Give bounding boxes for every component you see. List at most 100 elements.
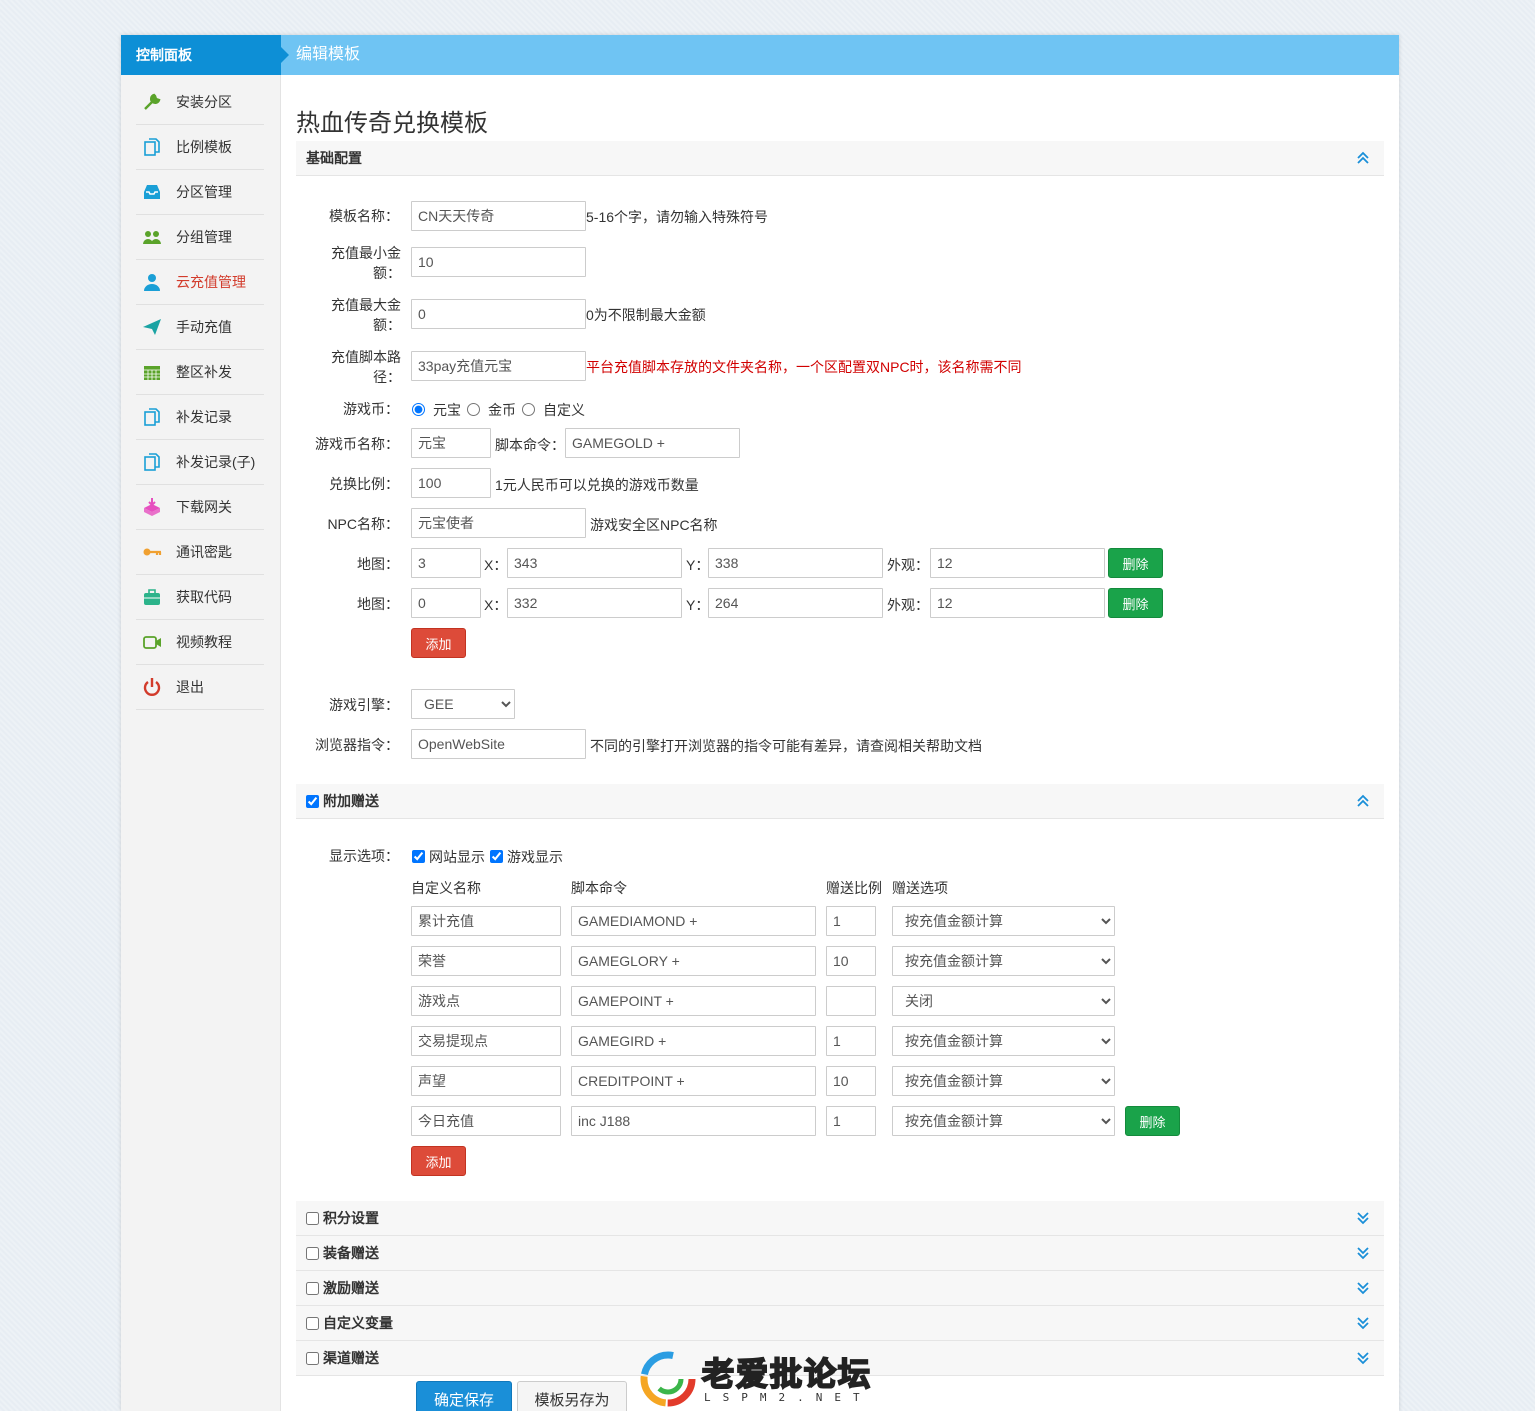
bonus-ratio-input[interactable]	[826, 1106, 876, 1136]
bonus-enable-checkbox[interactable]	[306, 794, 319, 808]
chevron-down-icon[interactable]	[1356, 1315, 1370, 1331]
min-amount-input[interactable]	[411, 247, 586, 277]
map-input[interactable]	[411, 548, 481, 578]
currency-radio-custom[interactable]	[522, 403, 535, 416]
website-display-label: 网站显示	[429, 849, 485, 865]
sidebar-item[interactable]: 补发记录(子)	[136, 440, 264, 485]
sidebar-item[interactable]: 手动充值	[136, 305, 264, 350]
watermark-text: 老爱批论坛	[701, 1354, 873, 1394]
sidebar-item-label: 分组管理	[176, 229, 232, 245]
map-add-button[interactable]: 添加	[411, 628, 466, 658]
collapsed-section-header[interactable]: 装备赠送	[296, 1236, 1384, 1271]
save-button[interactable]: 确定保存	[416, 1381, 512, 1411]
browser-cmd-input[interactable]	[411, 729, 586, 759]
game-display-checkbox[interactable]	[490, 850, 503, 863]
map-input[interactable]	[411, 588, 481, 618]
bonus-name-input[interactable]	[411, 1066, 561, 1096]
collapsed-section-header[interactable]: 积分设置	[296, 1201, 1384, 1236]
max-amount-input[interactable]	[411, 299, 586, 329]
map-delete-button[interactable]: 删除	[1108, 548, 1163, 578]
sidebar-item[interactable]: 下载网关	[136, 485, 264, 530]
sidebar-item[interactable]: 通讯密匙	[136, 530, 264, 575]
dashboard-title[interactable]: 控制面板	[121, 35, 289, 75]
bonus-option-select[interactable]: 按充值金额计算	[892, 1026, 1115, 1056]
sidebar-item[interactable]: 获取代码	[136, 575, 264, 620]
bonus-cmd-input[interactable]	[571, 986, 816, 1016]
bonus-ratio-input[interactable]	[826, 986, 876, 1016]
download-box-icon	[142, 497, 162, 517]
map-x-input[interactable]	[507, 588, 682, 618]
bonus-name-input[interactable]	[411, 986, 561, 1016]
map-look-input[interactable]	[930, 548, 1105, 578]
chevron-down-icon[interactable]	[1356, 1245, 1370, 1261]
bonus-cmd-input[interactable]	[571, 1066, 816, 1096]
bonus-name-input[interactable]	[411, 946, 561, 976]
section-enable-checkbox[interactable]	[306, 1351, 319, 1365]
chevron-up-icon[interactable]	[1356, 793, 1370, 809]
section-enable-checkbox[interactable]	[306, 1281, 319, 1295]
col-header-option: 赠送选项	[892, 880, 948, 896]
bonus-delete-button[interactable]: 删除	[1125, 1106, 1180, 1136]
bonus-option-select[interactable]: 按充值金额计算	[892, 946, 1115, 976]
chevron-up-icon[interactable]	[1356, 150, 1370, 166]
bonus-name-input[interactable]	[411, 1106, 561, 1136]
map-y-input[interactable]	[708, 588, 883, 618]
sidebar-item[interactable]: 补发记录	[136, 395, 264, 440]
sidebar-item[interactable]: 分区管理	[136, 170, 264, 215]
bonus-name-input[interactable]	[411, 906, 561, 936]
engine-select[interactable]: GEE	[411, 689, 515, 719]
sidebar-item[interactable]: 视频教程	[136, 620, 264, 665]
bonus-cmd-input[interactable]	[571, 1106, 816, 1136]
section-enable-checkbox[interactable]	[306, 1211, 319, 1225]
max-amount-label: 充值最大金额：	[331, 297, 401, 333]
bonus-add-button[interactable]: 添加	[411, 1146, 466, 1176]
script-path-input[interactable]	[411, 351, 586, 381]
website-display-checkbox[interactable]	[412, 850, 425, 863]
bonus-option-select[interactable]: 按充值金额计算	[892, 1106, 1115, 1136]
save-as-button[interactable]: 模板另存为	[517, 1381, 627, 1411]
sidebar-item[interactable]: 比例模板	[136, 125, 264, 170]
map-look-input[interactable]	[930, 588, 1105, 618]
script-cmd-input[interactable]	[565, 428, 740, 458]
map-delete-button[interactable]: 删除	[1108, 588, 1163, 618]
section-enable-checkbox[interactable]	[306, 1246, 319, 1260]
sidebar-item[interactable]: 整区补发	[136, 350, 264, 395]
bonus-ratio-input[interactable]	[826, 1026, 876, 1056]
currency-radio-yuanbao[interactable]	[412, 403, 425, 416]
bonus-cmd-input[interactable]	[571, 946, 816, 976]
sidebar-item-label: 安装分区	[176, 94, 232, 110]
sidebar-item[interactable]: 云充值管理	[136, 260, 264, 305]
bonus-ratio-input[interactable]	[826, 906, 876, 936]
sidebar-item[interactable]: 分组管理	[136, 215, 264, 260]
ratio-input[interactable]	[411, 468, 491, 498]
bonus-ratio-input[interactable]	[826, 946, 876, 976]
bonus-option-select[interactable]: 关闭	[892, 986, 1115, 1016]
currency-radio-gold[interactable]	[467, 403, 480, 416]
chevron-down-icon[interactable]	[1356, 1210, 1370, 1226]
bonus-cmd-input[interactable]	[571, 906, 816, 936]
chevron-down-icon[interactable]	[1356, 1350, 1370, 1366]
copy-icon	[142, 407, 162, 427]
section-bonus-header[interactable]: 附加赠送	[296, 784, 1384, 819]
map-y-input[interactable]	[708, 548, 883, 578]
bonus-option-select[interactable]: 按充值金额计算	[892, 1066, 1115, 1096]
collapsed-section-header[interactable]: 激励赠送	[296, 1271, 1384, 1306]
template-name-input[interactable]	[411, 201, 586, 231]
currency-name-input[interactable]	[411, 428, 491, 458]
bonus-option-select[interactable]: 按充值金额计算	[892, 906, 1115, 936]
section-basic-header[interactable]: 基础配置	[296, 141, 1384, 176]
map-look-label: 外观：	[887, 597, 929, 613]
section-enable-checkbox[interactable]	[306, 1316, 319, 1330]
sidebar-item[interactable]: 退出	[136, 665, 264, 710]
bonus-ratio-input[interactable]	[826, 1066, 876, 1096]
collapsed-section-header[interactable]: 自定义变量	[296, 1306, 1384, 1341]
npc-input[interactable]	[411, 508, 586, 538]
col-header-ratio: 赠送比例	[826, 880, 882, 896]
sidebar-item[interactable]: 安装分区	[136, 80, 264, 125]
chevron-down-icon[interactable]	[1356, 1280, 1370, 1296]
bonus-cmd-input[interactable]	[571, 1026, 816, 1056]
script-path-label: 充值脚本路径：	[331, 349, 401, 385]
map-x-input[interactable]	[507, 548, 682, 578]
bonus-name-input[interactable]	[411, 1026, 561, 1056]
sidebar-item-label: 通讯密匙	[176, 544, 232, 560]
